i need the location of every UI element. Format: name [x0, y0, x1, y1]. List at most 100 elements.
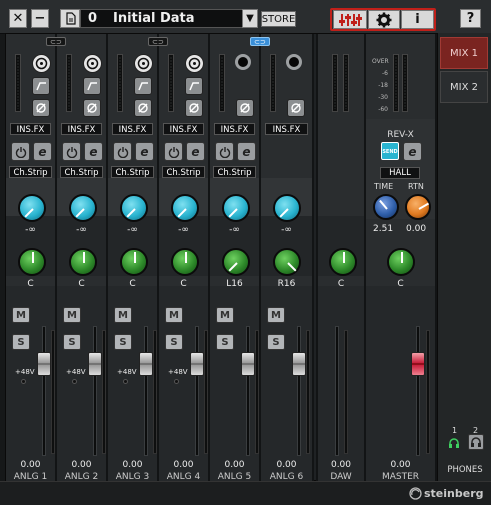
- phase-icon[interactable]: [236, 99, 254, 117]
- edit-icon[interactable]: e: [33, 142, 52, 161]
- ins-fx-button[interactable]: INS.FX: [214, 123, 255, 135]
- edit-icon[interactable]: e: [84, 142, 103, 161]
- mic-input-icon[interactable]: [32, 54, 51, 73]
- master-fader-handle[interactable]: [411, 352, 425, 376]
- ch-strip-button[interactable]: Ch.Strip: [162, 166, 205, 178]
- hpf-icon[interactable]: [32, 77, 50, 95]
- pan-knob[interactable]: [18, 248, 46, 276]
- reverb-send-button[interactable]: SEND: [381, 142, 399, 160]
- pan-knob[interactable]: [329, 248, 357, 276]
- mute-button[interactable]: M: [267, 307, 285, 323]
- send-knob[interactable]: [171, 194, 199, 222]
- phantom-power-led[interactable]: [174, 379, 179, 384]
- phantom-power-led[interactable]: [72, 379, 77, 384]
- tab-mix-1[interactable]: MIX 1: [440, 37, 488, 69]
- ch-strip-button[interactable]: Ch.Strip: [111, 166, 154, 178]
- file-icon[interactable]: [60, 9, 80, 28]
- ins-fx-button[interactable]: INS.FX: [10, 123, 51, 135]
- pan-knob[interactable]: [222, 248, 250, 276]
- hpf-icon[interactable]: [83, 77, 101, 95]
- edit-icon[interactable]: e: [186, 142, 205, 161]
- reverb-time-knob[interactable]: [373, 194, 399, 220]
- mic-input-icon[interactable]: [83, 54, 102, 73]
- phase-icon[interactable]: [185, 99, 203, 117]
- preset-number: 0: [88, 11, 98, 26]
- solo-button[interactable]: S: [165, 334, 183, 350]
- solo-button[interactable]: S: [267, 334, 285, 350]
- ins-fx-button[interactable]: INS.FX: [61, 123, 102, 135]
- reverb-rtn-knob[interactable]: [405, 194, 431, 220]
- fader-handle[interactable]: [37, 352, 51, 376]
- fader-handle[interactable]: [190, 352, 204, 376]
- mixer-view-icon[interactable]: [333, 10, 367, 29]
- pan-knob[interactable]: [171, 248, 199, 276]
- power-icon[interactable]: [164, 142, 183, 161]
- power-icon[interactable]: [62, 142, 81, 161]
- fader-track: [335, 326, 339, 456]
- ins-fx-button[interactable]: INS.FX: [112, 123, 153, 135]
- send-knob[interactable]: [273, 194, 301, 222]
- gear-icon[interactable]: [368, 10, 400, 29]
- mic-input-icon[interactable]: [185, 54, 204, 73]
- send-knob[interactable]: [18, 194, 46, 222]
- edit-icon[interactable]: e: [135, 142, 154, 161]
- mic-input-icon[interactable]: [134, 54, 153, 73]
- fader-handle[interactable]: [88, 352, 102, 376]
- phase-icon[interactable]: [32, 99, 50, 117]
- send-knob[interactable]: [222, 194, 250, 222]
- edit-icon[interactable]: e: [403, 142, 422, 161]
- phantom-power-led[interactable]: [123, 379, 128, 384]
- solo-button[interactable]: S: [216, 334, 234, 350]
- hpf-icon[interactable]: [134, 77, 152, 95]
- mute-button[interactable]: M: [165, 307, 183, 323]
- fader-handle[interactable]: [241, 352, 255, 376]
- fader-value: 0.00: [20, 460, 41, 470]
- line-input-icon[interactable]: [235, 54, 251, 70]
- mute-button[interactable]: M: [63, 307, 81, 323]
- power-icon[interactable]: [113, 142, 132, 161]
- close-button[interactable]: ✕: [9, 9, 27, 28]
- mute-button[interactable]: M: [216, 307, 234, 323]
- headphones-1-icon[interactable]: [448, 437, 460, 452]
- phase-icon[interactable]: [134, 99, 152, 117]
- hpf-icon[interactable]: [185, 77, 203, 95]
- link-icon[interactable]: ⊂⊃: [46, 37, 66, 46]
- solo-button[interactable]: S: [63, 334, 81, 350]
- ins-fx-button[interactable]: INS.FX: [163, 123, 204, 135]
- store-button[interactable]: STORE: [261, 11, 296, 27]
- power-icon[interactable]: [11, 142, 30, 161]
- fader-handle[interactable]: [139, 352, 153, 376]
- link-icon[interactable]: ⊂⊃: [148, 37, 168, 46]
- send-knob[interactable]: [120, 194, 148, 222]
- pan-knob[interactable]: [387, 248, 415, 276]
- phase-icon[interactable]: [83, 99, 101, 117]
- mute-button[interactable]: M: [12, 307, 30, 323]
- preset-dropdown-button[interactable]: ▼: [242, 9, 258, 28]
- help-button[interactable]: ?: [460, 9, 481, 28]
- info-button[interactable]: i: [401, 10, 434, 29]
- phase-icon[interactable]: [287, 99, 305, 117]
- link-active-icon[interactable]: ⊂⊃: [250, 37, 270, 46]
- tab-mix-2[interactable]: MIX 2: [440, 71, 488, 103]
- power-icon[interactable]: [215, 142, 234, 161]
- ch-strip-button[interactable]: Ch.Strip: [60, 166, 103, 178]
- phantom-power-led[interactable]: [21, 379, 26, 384]
- edit-icon[interactable]: e: [237, 142, 256, 161]
- minimize-button[interactable]: −: [31, 9, 49, 28]
- level-meter: [168, 54, 174, 112]
- fader-handle[interactable]: [292, 352, 306, 376]
- send-knob[interactable]: [69, 194, 97, 222]
- ch-strip-button[interactable]: Ch.Strip: [213, 166, 256, 178]
- pan-knob[interactable]: [120, 248, 148, 276]
- reverb-type-display[interactable]: HALL: [380, 167, 420, 179]
- pan-value: C: [27, 279, 34, 289]
- solo-button[interactable]: S: [12, 334, 30, 350]
- pan-knob[interactable]: [69, 248, 97, 276]
- ch-strip-button[interactable]: Ch.Strip: [9, 166, 52, 178]
- solo-button[interactable]: S: [114, 334, 132, 350]
- pan-knob[interactable]: [273, 248, 301, 276]
- headphones-2-icon[interactable]: [468, 434, 484, 450]
- line-input-icon[interactable]: [286, 54, 302, 70]
- mute-button[interactable]: M: [114, 307, 132, 323]
- ins-fx-button[interactable]: INS.FX: [265, 123, 308, 135]
